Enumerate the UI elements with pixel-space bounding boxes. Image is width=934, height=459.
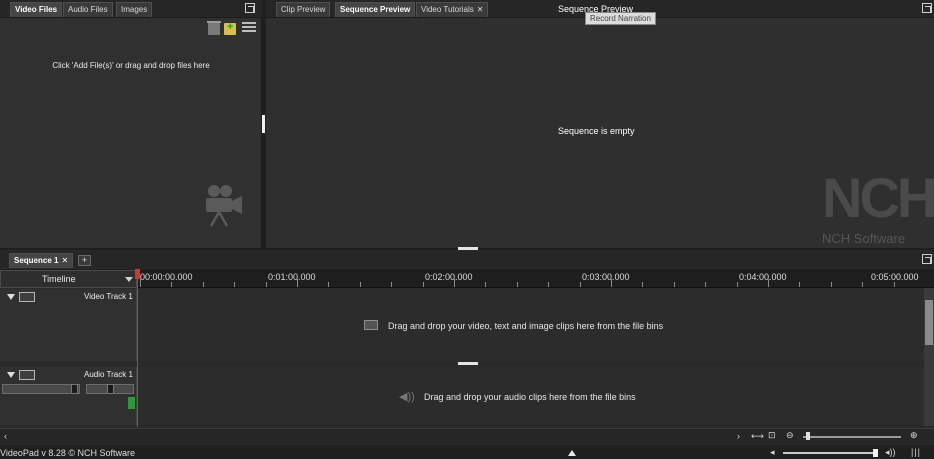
ruler-tick: [265, 282, 267, 287]
tab-sequence-1[interactable]: Sequence 1 ✕: [9, 253, 74, 268]
tab-clip-preview[interactable]: Clip Preview: [276, 2, 331, 17]
add-folder-icon[interactable]: [224, 21, 236, 35]
scrollbar-thumb[interactable]: [925, 300, 933, 345]
record-narration-tooltip: Record Narration: [585, 12, 656, 25]
close-icon[interactable]: ✕: [61, 256, 68, 265]
collapse-icon[interactable]: [7, 294, 15, 300]
undock-icon[interactable]: [245, 3, 255, 13]
audio-volume-slider[interactable]: [2, 384, 80, 394]
tab-audio-files[interactable]: Audio Files: [63, 2, 113, 17]
undock-icon[interactable]: [922, 254, 932, 264]
master-volume-knob[interactable]: [873, 449, 878, 457]
ruler-tick: [548, 282, 550, 287]
ruler-tick: [140, 279, 141, 287]
chevron-down-icon: [125, 277, 133, 282]
sequence-tab-label: Sequence 1: [14, 256, 59, 265]
video-visibility-icon[interactable]: [19, 292, 35, 302]
zoom-in-icon[interactable]: ⊕: [910, 430, 918, 441]
ruler-tick: [328, 282, 330, 287]
zoom-slider-knob[interactable]: [806, 432, 810, 440]
audio-track-hint: Drag and drop your audio clips here from…: [424, 392, 636, 402]
tab-video-tutorials[interactable]: Video Tutorials ✕: [416, 2, 489, 17]
ruler-tick: [422, 282, 424, 287]
video-track-hint: Drag and drop your video, text and image…: [388, 321, 664, 331]
panel-resize-handle[interactable]: [262, 115, 265, 133]
zoom-out-icon[interactable]: ⊖: [786, 430, 794, 441]
nch-logo-subtext: NCH Software: [822, 231, 906, 246]
add-sequence-button[interactable]: +: [78, 255, 91, 266]
undock-icon[interactable]: [922, 3, 932, 13]
sequence-tab-bar: [0, 251, 934, 268]
nch-logo: NCH: [822, 166, 934, 229]
preview-empty-message: Sequence is empty: [558, 126, 635, 136]
ruler-tick-label: 00:00:00.000: [140, 272, 193, 282]
audio-pan-slider[interactable]: [86, 384, 134, 394]
image-clip-icon: [364, 320, 378, 330]
bins-tab-bar: Video Files Audio Files Images: [0, 0, 262, 18]
ruler-tick: [736, 282, 738, 287]
level-meter-icon: |||: [911, 447, 922, 457]
speaker-icon: ◀)): [399, 391, 415, 403]
ruler-tick: [862, 282, 864, 287]
close-icon[interactable]: ✕: [477, 5, 484, 14]
ruler-tick-label: 0:03:00.000: [582, 272, 630, 282]
ruler-tick: [673, 282, 675, 287]
tab-images[interactable]: Images: [116, 2, 153, 17]
bins-empty-hint: Click 'Add File(s)' or drag and drop fil…: [52, 61, 210, 70]
timeline-scrollbar[interactable]: [0, 428, 934, 444]
collapse-icon[interactable]: [7, 372, 15, 378]
ruler-tick: [297, 279, 298, 287]
ruler-tick-label: 0:01:00.000: [268, 272, 316, 282]
video-track-name: Video Track 1: [84, 292, 133, 301]
ruler-tick: [611, 279, 612, 287]
playhead-line[interactable]: [137, 269, 138, 427]
ruler-tick: [516, 282, 518, 287]
version-text: VideoPad v 8.28 © NCH Software: [0, 448, 136, 458]
zoom-slider[interactable]: [803, 436, 901, 438]
tab-video-tutorials-label: Video Tutorials: [421, 5, 474, 14]
track-resize-handle[interactable]: [458, 362, 478, 365]
volume-low-icon[interactable]: ◂: [770, 447, 775, 458]
scroll-left-icon[interactable]: ‹: [4, 431, 7, 441]
tab-video-files[interactable]: Video Files: [10, 2, 63, 17]
ruler-tick: [359, 282, 361, 287]
expand-up-icon[interactable]: [568, 450, 576, 456]
list-view-icon[interactable]: [242, 22, 256, 34]
bins-toolbar: [205, 21, 260, 37]
ruler-tick: [642, 282, 644, 287]
speaker-icon[interactable]: [19, 370, 35, 380]
audio-level-meter: [128, 397, 135, 409]
ruler-tick: [454, 279, 455, 287]
ruler-tick: [391, 282, 393, 287]
volume-high-icon[interactable]: ◂)): [885, 447, 896, 458]
video-camera-icon: [206, 185, 242, 227]
ruler-tick: [830, 282, 832, 287]
ruler-tick: [799, 282, 801, 287]
audio-track-name: Audio Track 1: [84, 370, 133, 379]
master-volume-slider[interactable]: [783, 452, 875, 454]
scroll-right-icon[interactable]: ›: [737, 431, 740, 441]
tab-sequence-preview[interactable]: Sequence Preview: [335, 2, 416, 17]
ruler-tick: [234, 282, 236, 287]
ruler-tick: [705, 282, 707, 287]
fit-width-icon[interactable]: ⟷: [751, 431, 764, 442]
ruler-tick: [768, 279, 769, 287]
ruler-tick: [202, 282, 204, 287]
ruler-tick: [893, 282, 895, 287]
ruler-tick-label: 0:02:00.000: [425, 272, 473, 282]
timeline-view-label: Timeline: [42, 274, 76, 284]
ruler-tick: [485, 282, 487, 287]
ruler-tick: [171, 282, 173, 287]
ruler-tick: [579, 282, 581, 287]
zoom-fit-icon[interactable]: ⊡: [768, 430, 776, 441]
ruler-tick-label: 0:05:00.000: [871, 272, 919, 282]
delete-icon[interactable]: [207, 21, 221, 35]
ruler-tick-label: 0:04:00.000: [739, 272, 787, 282]
